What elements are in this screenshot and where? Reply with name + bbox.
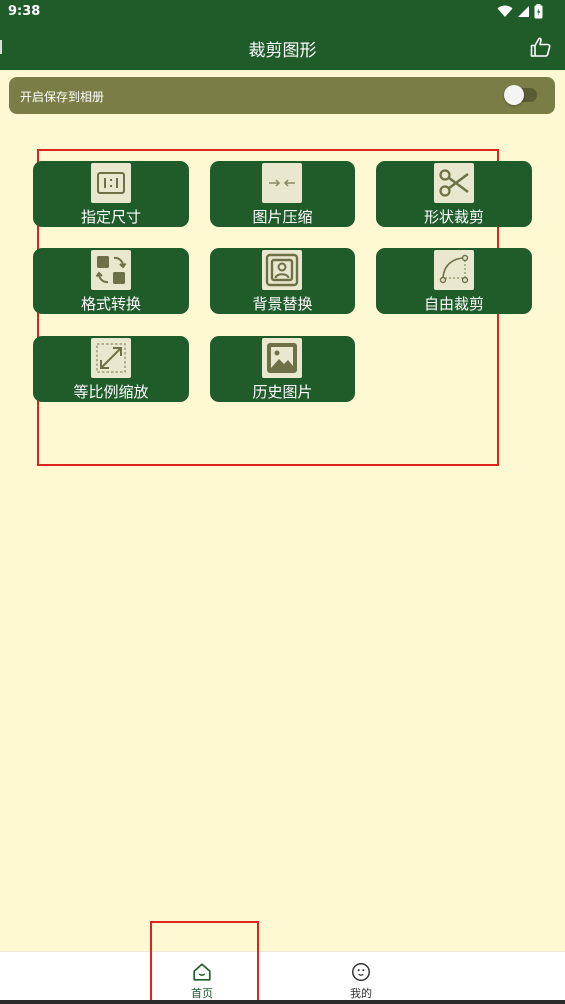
page-title: 裁剪图形 <box>248 41 317 61</box>
feature-tile-fixed-size[interactable]: 指定尺寸 <box>33 161 189 227</box>
app-bar: 裁剪图形 <box>0 24 565 70</box>
curve-path-icon <box>434 250 474 290</box>
thumbs-up-icon[interactable] <box>529 35 553 59</box>
feature-tile-compress[interactable]: 图片压缩 <box>210 161 355 227</box>
battery-icon <box>534 4 543 19</box>
aspect-ratio-icon <box>91 163 131 203</box>
scissors-icon <box>434 163 474 203</box>
smiley-icon <box>352 963 370 981</box>
switch-knob[interactable] <box>504 85 524 105</box>
home-nav-highlight <box>150 921 259 1003</box>
feature-tile-free-crop[interactable]: 自由裁剪 <box>376 248 532 314</box>
format-convert-icon <box>91 250 131 290</box>
wifi-icon <box>497 5 513 17</box>
feature-tile-format-convert[interactable]: 格式转换 <box>33 248 189 314</box>
feature-tile-history-images[interactable]: 历史图片 <box>210 336 355 402</box>
nav-label-mine: 我的 <box>350 987 372 1000</box>
portrait-icon <box>262 250 302 290</box>
nav-item-mine[interactable]: 我的 <box>331 952 391 1001</box>
bottom-nav: 首页 我的 <box>0 951 565 1001</box>
save-to-album-switch[interactable] <box>504 85 537 105</box>
feature-label: 自由裁剪 <box>423 295 484 313</box>
feature-label: 形状裁剪 <box>423 208 484 226</box>
feature-tile-shape-crop[interactable]: 形状裁剪 <box>376 161 532 227</box>
feature-tile-background-replace[interactable]: 背景替换 <box>210 248 355 314</box>
feature-label: 格式转换 <box>80 295 141 313</box>
feature-label: 指定尺寸 <box>80 208 141 226</box>
save-to-album-label: 开启保存到相册 <box>20 90 105 104</box>
image-icon <box>262 338 302 378</box>
save-to-album-bar: 开启保存到相册 <box>9 77 555 114</box>
status-icons <box>497 4 543 19</box>
feature-label: 背景替换 <box>252 295 313 313</box>
compress-arrows-icon <box>262 163 302 203</box>
resize-diagonal-icon <box>91 338 131 378</box>
feature-label: 历史图片 <box>252 383 313 401</box>
system-nav-bar <box>0 1000 565 1004</box>
status-bar: 9:38 <box>0 0 565 24</box>
signal-icon <box>518 6 529 17</box>
status-time: 9:38 <box>8 4 41 19</box>
feature-label: 等比例缩放 <box>73 383 149 401</box>
feature-label: 图片压缩 <box>252 208 313 226</box>
feature-tile-proportional-scale[interactable]: 等比例缩放 <box>33 336 189 402</box>
